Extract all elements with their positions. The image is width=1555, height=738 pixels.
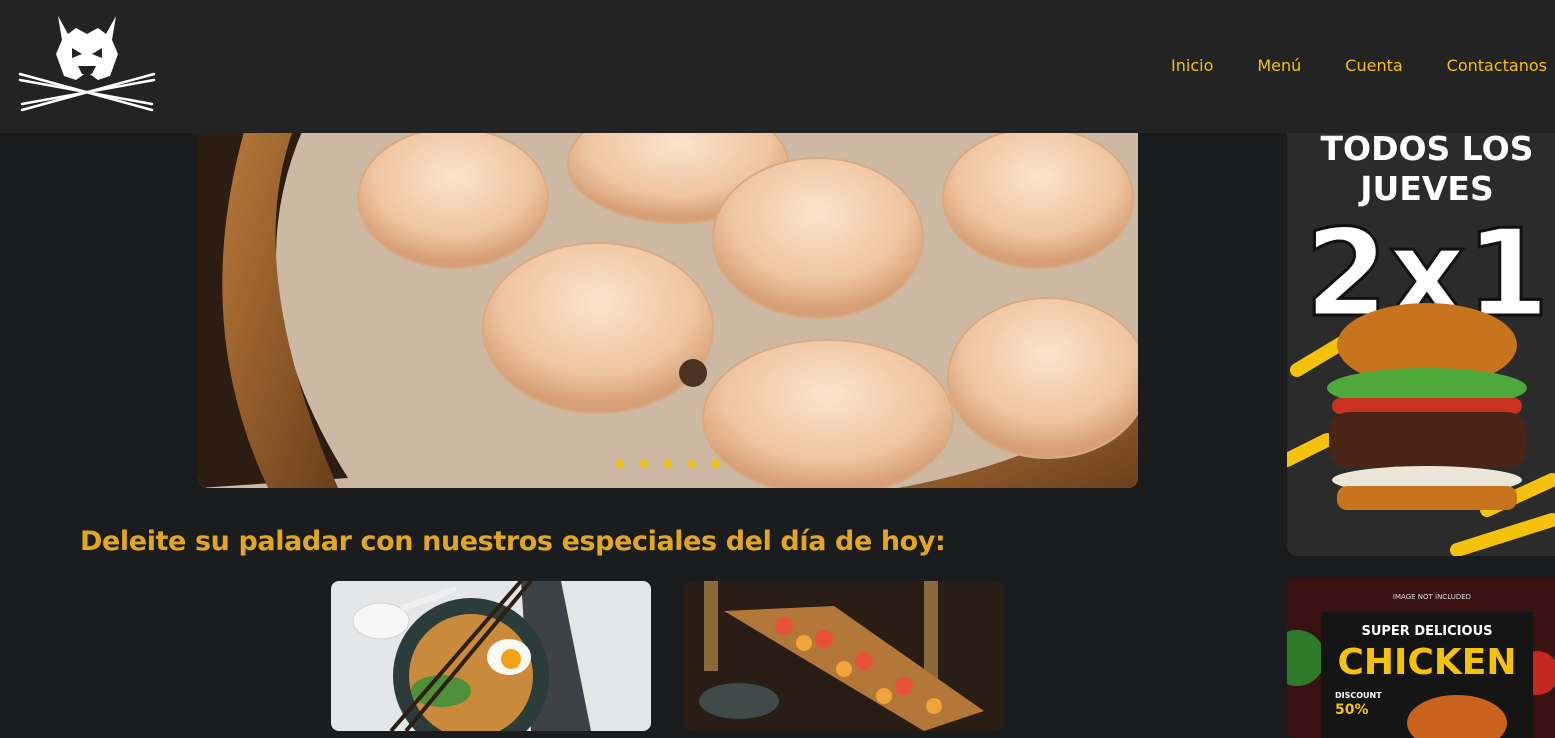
nav-links: Inicio Menú Cuenta Contactanos (1127, 56, 1547, 75)
special-card-sushi[interactable] (684, 581, 1004, 731)
carousel-dot[interactable] (664, 460, 672, 468)
samurai-logo-icon[interactable] (18, 14, 156, 114)
burger-icon (1327, 303, 1527, 510)
specials-title: Deleite su paladar con nuestros especial… (80, 526, 946, 557)
promo-chicken[interactable]: IMAGE NOT INCLUDED SUPER DELICIOUS CHICK… (1287, 578, 1555, 738)
chicken-discount-label: DISCOUNT (1335, 691, 1382, 700)
carousel-indicators (198, 460, 1138, 468)
nav-link-contactanos[interactable]: Contactanos (1447, 56, 1547, 75)
chicken-main-text: CHICKEN (1338, 642, 1517, 683)
dumplings-image (198, 118, 1138, 488)
hero-carousel[interactable] (198, 118, 1138, 488)
promo-line1-text: TODOS LOS (1321, 129, 1534, 168)
nav-link-cuenta[interactable]: Cuenta (1345, 56, 1402, 75)
carousel-dot[interactable] (616, 460, 624, 468)
promo-line2-text: JUEVES (1358, 169, 1493, 208)
burger-promo-image: TODOS LOS JUEVES 2x1 (1287, 120, 1555, 556)
special-card-ramen[interactable] (331, 581, 651, 731)
carousel-dot[interactable] (640, 460, 648, 468)
chicken-note-text: IMAGE NOT INCLUDED (1393, 593, 1471, 601)
carousel-dot[interactable] (688, 460, 696, 468)
navbar: Inicio Menú Cuenta Contactanos (0, 0, 1555, 133)
chicken-top-text: SUPER DELICIOUS (1361, 624, 1492, 639)
promo-thursday-2x1[interactable]: TODOS LOS JUEVES 2x1 (1287, 120, 1555, 556)
nav-link-inicio[interactable]: Inicio (1171, 56, 1213, 75)
ramen-image (331, 581, 651, 731)
chicken-discount-value: 50% (1335, 702, 1369, 718)
sushi-boat-image (684, 581, 1004, 731)
chicken-promo-image: IMAGE NOT INCLUDED SUPER DELICIOUS CHICK… (1287, 578, 1555, 738)
carousel-dot[interactable] (712, 460, 720, 468)
nav-link-menu[interactable]: Menú (1257, 56, 1301, 75)
